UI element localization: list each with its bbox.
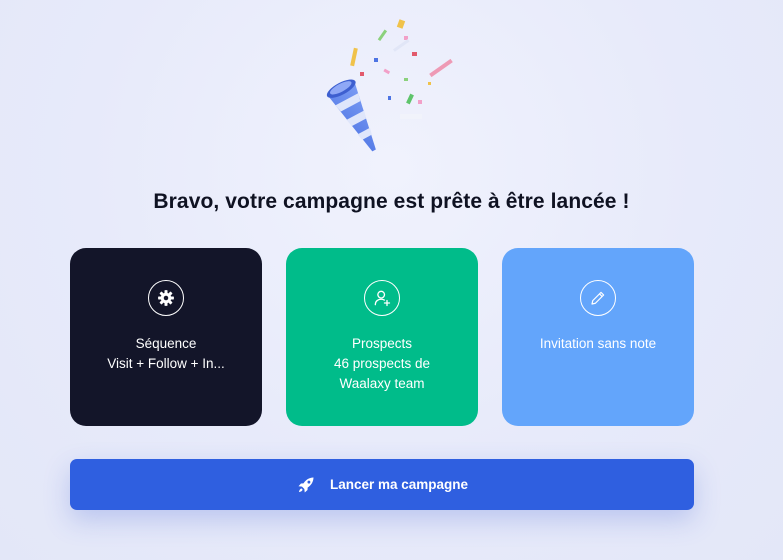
prospects-value: 46 prospects de Waalaxy team — [333, 356, 431, 391]
user-add-icon — [364, 280, 400, 316]
sequence-label: Séquence — [135, 336, 197, 351]
party-popper-icon — [326, 19, 453, 152]
page-title: Bravo, votre campagne est prête à être l… — [153, 190, 630, 213]
sequence-card[interactable]: Séquence Visit + Follow + In... — [70, 248, 262, 426]
campaign-ready-screen: Bravo, votre campagne est prête à être l… — [0, 0, 783, 560]
prospects-card[interactable]: Prospects 46 prospects de Waalaxy team — [286, 248, 478, 426]
rocket-icon — [296, 475, 316, 495]
pencil-icon — [580, 280, 616, 316]
gear-icon — [148, 280, 184, 316]
prospects-label: Prospects — [351, 336, 413, 351]
invitation-card[interactable]: Invitation sans note — [502, 248, 694, 426]
invitation-label: Invitation sans note — [539, 336, 657, 351]
launch-campaign-label: Lancer ma campagne — [329, 477, 469, 492]
sequence-value: Visit + Follow + In... — [107, 356, 225, 371]
launch-campaign-button[interactable]: Lancer ma campagne — [70, 459, 694, 510]
